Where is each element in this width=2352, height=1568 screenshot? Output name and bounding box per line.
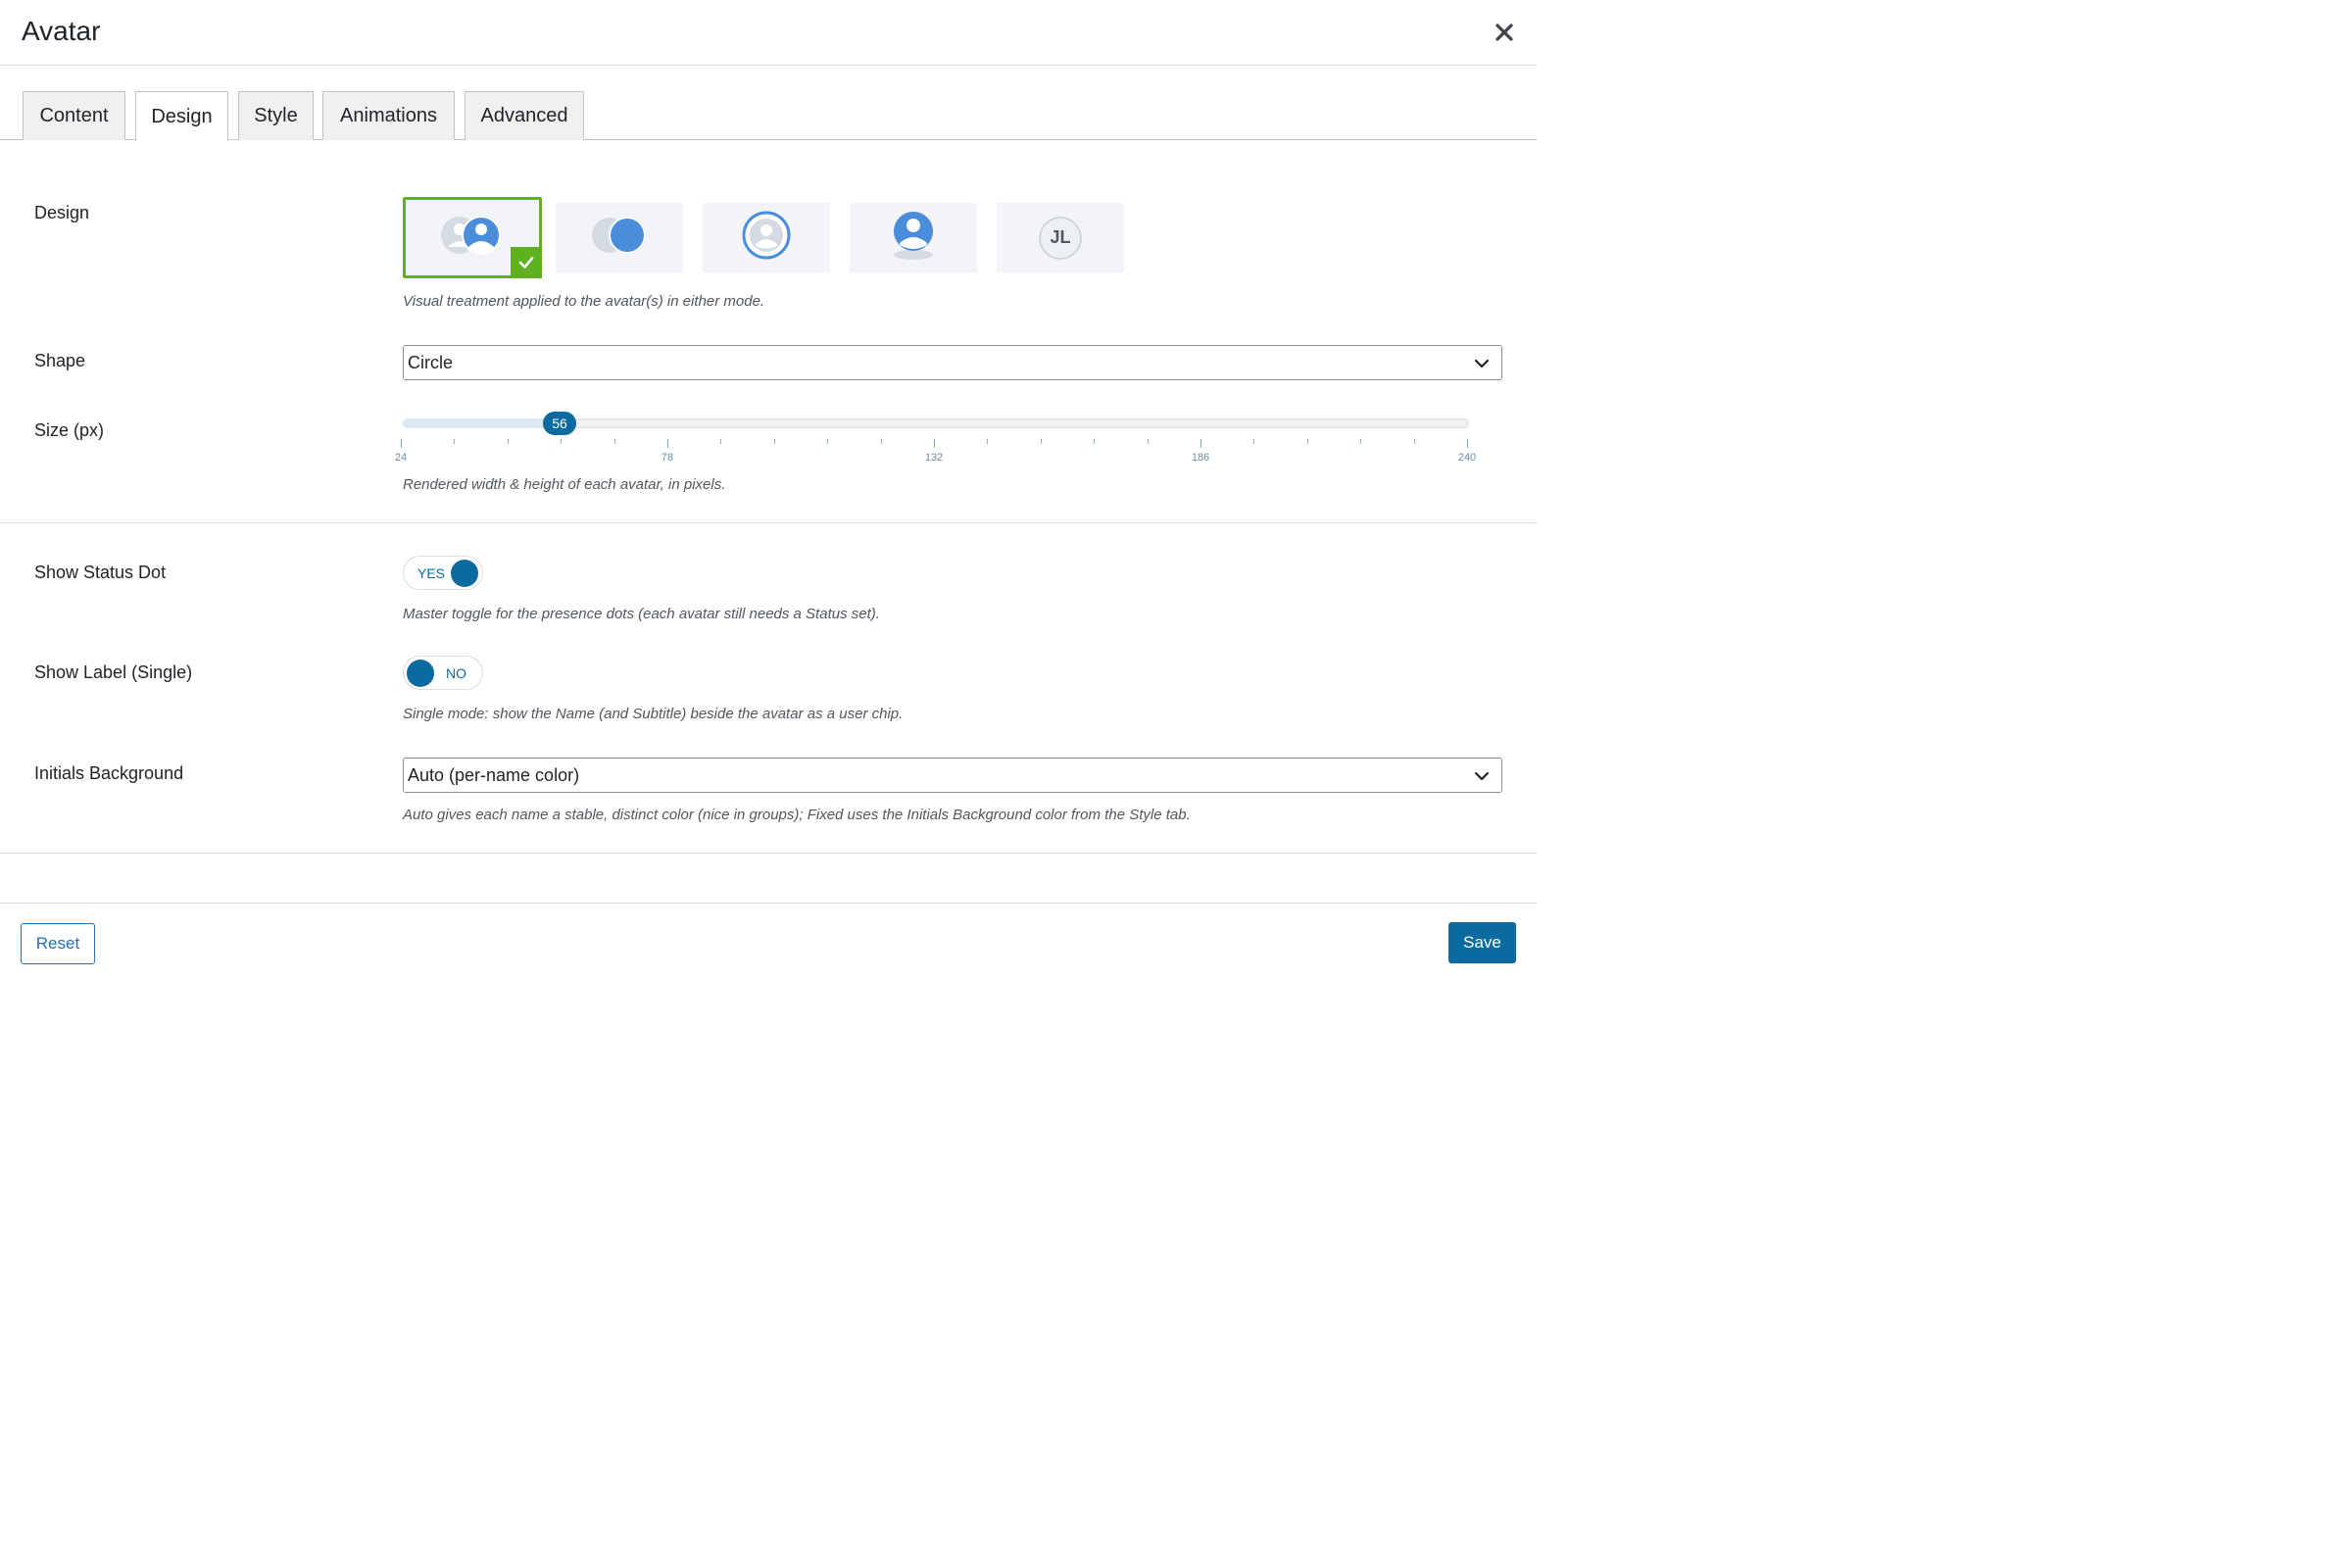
design-option-initials[interactable]: JL — [997, 203, 1124, 272]
avatar-group-icon — [438, 214, 507, 262]
tick-label: 132 — [924, 452, 944, 464]
design-label: Design — [34, 203, 90, 222]
slider-tick — [880, 439, 882, 444]
design-description: Visual treatment applied to the avatar(s… — [403, 293, 765, 310]
status-dot-label: Show Status Dot — [34, 563, 167, 582]
slider-tick — [507, 439, 509, 444]
slider-tick — [1360, 439, 1362, 444]
initials-bg-select[interactable]: Auto (per-name color) — [403, 758, 1502, 793]
slider-tick — [454, 439, 456, 444]
chevron-down-icon — [1474, 356, 1490, 376]
check-icon — [511, 247, 542, 278]
save-button[interactable]: Save — [1448, 922, 1516, 963]
tab-advanced[interactable]: Advanced — [465, 91, 584, 140]
slider-tick — [934, 439, 935, 448]
slider-tick — [1094, 439, 1096, 444]
footer-divider — [0, 903, 1537, 904]
dialog-header: Avatar — [0, 0, 1537, 66]
slider-tick — [987, 439, 989, 444]
show-label-toggle[interactable]: NO — [403, 656, 483, 690]
shape-label: Shape — [34, 351, 86, 370]
slider-tick — [720, 439, 722, 444]
tick-label: 24 — [394, 452, 408, 464]
size-slider-fill — [403, 418, 560, 428]
shape-select[interactable]: Circle — [403, 345, 1502, 380]
slider-tick — [1306, 439, 1308, 444]
tab-animations[interactable]: Animations — [322, 91, 455, 140]
slider-tick — [1040, 439, 1042, 444]
close-icon[interactable] — [1494, 22, 1515, 43]
slider-tick — [1467, 439, 1468, 448]
initials-bg-description: Auto gives each name a stable, distinct … — [403, 807, 1191, 823]
tab-style[interactable]: Style — [238, 91, 314, 140]
slider-tick — [827, 439, 829, 444]
tab-content[interactable]: Content — [23, 91, 125, 140]
initials-bg-label: Initials Background — [34, 763, 184, 783]
initials-text: JL — [1050, 227, 1071, 247]
shadow-avatar-icon — [888, 208, 939, 268]
tab-design[interactable]: Design — [135, 91, 228, 141]
design-option-group[interactable] — [403, 197, 542, 278]
show-label-description: Single mode: show the Name (and Subtitle… — [403, 706, 904, 722]
section-divider — [0, 853, 1537, 854]
shape-select-value: Circle — [408, 352, 454, 372]
design-option-shadow[interactable] — [850, 203, 977, 272]
slider-tick — [561, 439, 563, 444]
toggle-state-text: YES — [417, 565, 446, 581]
tab-bar: Content Design Style Animations Advanced — [0, 66, 1537, 141]
design-option-ring[interactable] — [703, 203, 830, 272]
dialog-title: Avatar — [22, 16, 101, 46]
toggle-state-text: NO — [446, 665, 466, 681]
slider-tick — [667, 439, 668, 448]
slider-tick — [613, 439, 615, 444]
toggle-knob — [451, 560, 478, 587]
design-option-overlap[interactable] — [556, 203, 683, 272]
slider-tick — [773, 439, 775, 444]
ring-avatar-icon — [741, 210, 792, 266]
section-divider — [0, 522, 1537, 523]
chevron-down-icon — [1474, 768, 1490, 789]
status-dot-description: Master toggle for the presence dots (eac… — [403, 606, 880, 622]
initials-avatar-icon: JL — [1038, 216, 1083, 261]
slider-tick — [401, 439, 402, 448]
tick-label: 78 — [661, 452, 674, 464]
status-dot-toggle[interactable]: YES — [403, 556, 483, 590]
size-description: Rendered width & height of each avatar, … — [403, 476, 726, 493]
toggle-knob — [407, 660, 434, 687]
tick-label: 186 — [1191, 452, 1210, 464]
overlapping-circles-icon — [588, 214, 651, 262]
tick-label: 240 — [1457, 452, 1477, 464]
slider-tick — [1200, 439, 1201, 448]
size-label: Size (px) — [34, 420, 105, 440]
size-slider-handle[interactable]: 56 — [543, 412, 576, 435]
slider-tick — [1147, 439, 1149, 444]
slider-tick — [1253, 439, 1255, 444]
reset-button[interactable]: Reset — [21, 923, 95, 964]
initials-bg-select-value: Auto (per-name color) — [408, 764, 580, 785]
show-label-label: Show Label (Single) — [34, 662, 193, 682]
slider-tick — [1413, 439, 1415, 444]
